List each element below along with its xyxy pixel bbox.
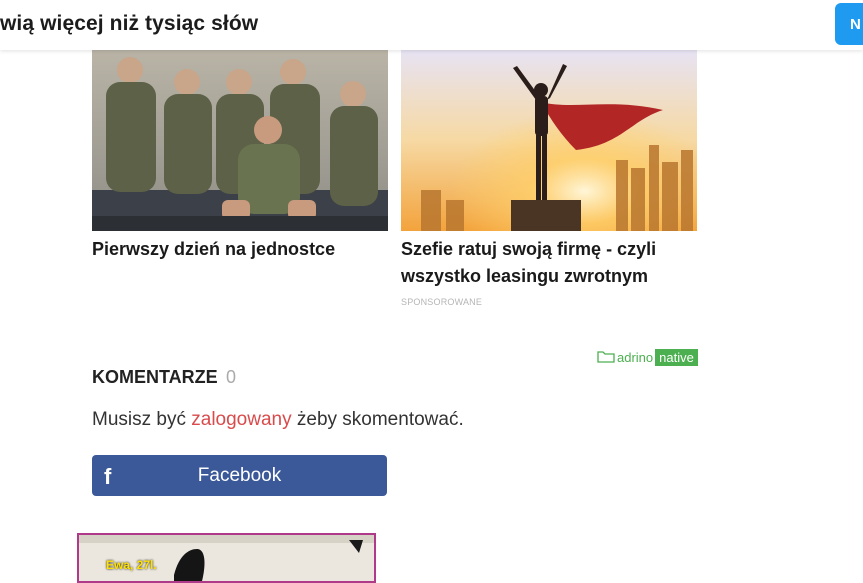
- article-headline[interactable]: Pierwszy dzień na jednostce: [92, 236, 388, 263]
- related-article-card[interactable]: Pierwszy dzień na jednostce: [92, 50, 388, 263]
- login-prefix: Musisz być: [92, 409, 186, 430]
- article-headline[interactable]: Szefie ratuj swoją firmę - czyli wszystk…: [401, 236, 697, 290]
- top-bar: wią więcej niż tysiąc słów N: [0, 0, 863, 50]
- adrino-word: adrino: [617, 350, 654, 365]
- adrino-native-label: native: [655, 349, 698, 366]
- article-image-soldiers[interactable]: [92, 50, 388, 231]
- comments-count: 0: [226, 367, 237, 387]
- adrino-native-badge[interactable]: adrino native: [597, 347, 698, 368]
- comments-heading: KOMENTARZE: [92, 367, 218, 387]
- page-title: wią więcej niż tysiąc słów: [0, 12, 259, 35]
- sponsored-label: SPONSOROWANE: [401, 297, 483, 307]
- login-suffix: żeby skomentować.: [296, 409, 464, 430]
- top-action-button[interactable]: N: [835, 3, 863, 45]
- login-link[interactable]: zalogowany: [191, 409, 291, 430]
- login-prompt: Musisz być zalogowany żeby skomentować.: [92, 409, 464, 431]
- folder-icon: [597, 349, 615, 366]
- article-image-superhero[interactable]: [401, 50, 697, 231]
- bottom-ad-banner[interactable]: Ewa, 27l.: [77, 533, 376, 583]
- facebook-login-button[interactable]: f Facebook: [92, 455, 387, 496]
- facebook-button-label: Facebook: [197, 465, 282, 486]
- sponsored-article-card[interactable]: Szefie ratuj swoją firmę - czyli wszystk…: [401, 50, 697, 307]
- ad-caption: Ewa, 27l.: [106, 558, 157, 572]
